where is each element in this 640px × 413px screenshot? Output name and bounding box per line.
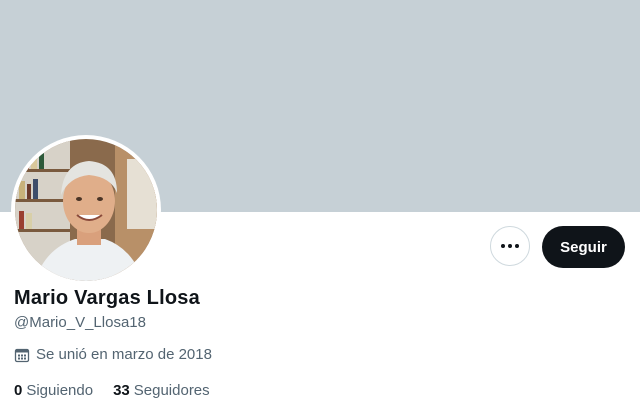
profile-stats: 0 Siguiendo 33 Seguidores (14, 382, 230, 399)
followers-label: Seguidores (133, 382, 210, 399)
join-date: Se unió en marzo de 2018 (14, 346, 212, 363)
calendar-icon (14, 347, 30, 363)
profile-handle: @Mario_V_Llosa18 (14, 314, 146, 331)
more-horizontal-icon (501, 244, 519, 248)
profile-name: Mario Vargas Llosa (14, 287, 200, 309)
avatar-photo (15, 139, 157, 281)
more-options-button[interactable] (490, 226, 530, 266)
following-label: Siguiendo (26, 382, 94, 399)
following-count: 0 (14, 382, 23, 399)
followers-count: 33 (113, 382, 130, 399)
followers-link[interactable]: 33 Seguidores (113, 382, 210, 399)
follow-button[interactable]: Seguir (542, 226, 625, 268)
join-date-text: Se unió en marzo de 2018 (36, 346, 212, 363)
avatar[interactable] (11, 135, 161, 285)
following-link[interactable]: 0 Siguiendo (14, 382, 93, 399)
